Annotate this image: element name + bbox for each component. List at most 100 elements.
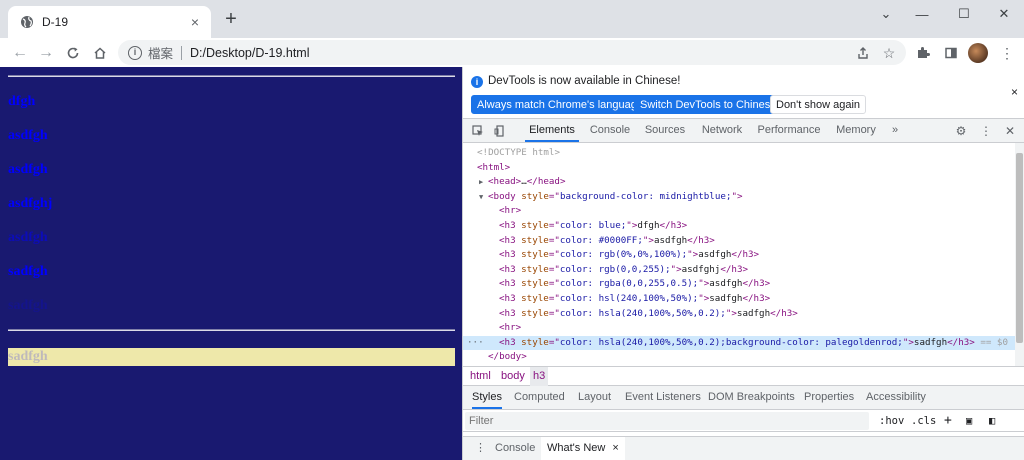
tab-dom-breakpoints[interactable]: DOM Breakpoints — [708, 386, 795, 409]
drawer-tab-close-icon[interactable]: × — [612, 442, 618, 454]
code-token: =" — [548, 263, 560, 275]
profile-avatar[interactable] — [968, 43, 988, 63]
dom-node[interactable]: <h3 style="color: #0000FF;">asdfgh</h3> — [463, 234, 1015, 249]
dom-node[interactable]: <h3 style="color: rgb(0,0,255);">asdfghj… — [463, 263, 1015, 278]
code-token: </h3> — [720, 263, 749, 275]
banner-close-icon[interactable]: × — [1011, 85, 1018, 99]
heading-blue: dfgh — [8, 94, 36, 109]
tab-sources[interactable]: Sources — [643, 119, 687, 142]
dom-node[interactable]: <h3 style="color: rgb(0%,0%,100%);">asdf… — [463, 248, 1015, 263]
bookmark-star-icon[interactable]: ☆ — [878, 42, 900, 64]
site-info-icon[interactable]: i — [128, 45, 142, 60]
tab-properties[interactable]: Properties — [804, 386, 854, 409]
code-token: =" — [548, 336, 560, 348]
dom-node[interactable]: <hr> — [463, 204, 1015, 219]
dom-node[interactable]: <hr> — [463, 321, 1015, 336]
code-token: color: rgb(0,0,255); — [559, 263, 671, 275]
dom-node-code: <body style="background-color: midnightb… — [488, 190, 743, 205]
node-actions-ellipsis[interactable]: ··· — [467, 336, 484, 351]
filter-input[interactable] — [465, 412, 869, 430]
code-token: color: hsl(240,100%,50%); — [559, 293, 699, 304]
settings-gear-icon[interactable]: ⚙ — [952, 122, 970, 140]
new-style-rule-icon[interactable]: + — [944, 413, 952, 429]
maximize-icon[interactable]: ☐ — [944, 0, 984, 28]
class-toggle[interactable]: .cls — [911, 413, 936, 429]
devtools-close-icon[interactable]: ✕ — [1001, 122, 1019, 140]
tab-styles[interactable]: Styles — [472, 386, 502, 409]
heading-hsla: sadfgh — [8, 298, 48, 313]
dom-tree-scrollbar[interactable] — [1015, 143, 1024, 366]
tab-console[interactable]: Console — [585, 119, 635, 142]
horizontal-rule-2 — [8, 329, 455, 331]
device-toolbar-icon[interactable] — [491, 122, 509, 140]
dom-node[interactable]: <h3 style="color: blue;">dfgh</h3> — [463, 219, 1015, 234]
drawer-menu-icon[interactable]: ⋮ — [475, 437, 486, 460]
window-close-icon[interactable]: ✕ — [984, 0, 1024, 28]
crumb-body[interactable]: body — [498, 367, 528, 386]
code-token: </h3> — [947, 336, 975, 348]
inspect-element-icon[interactable] — [469, 122, 487, 140]
collapse-triangle-icon[interactable]: ▼ — [479, 190, 483, 205]
paint-format-icon[interactable]: ▣ — [966, 413, 972, 429]
dom-node-selected[interactable]: ··· <h3 style="color: hsla(240,100%,50%,0… — [463, 335, 1015, 351]
dom-node[interactable]: </body> — [463, 350, 1015, 365]
hover-state-toggle[interactable]: :hov — [879, 413, 904, 429]
side-panel-icon[interactable] — [940, 42, 962, 64]
home-icon[interactable] — [89, 42, 111, 64]
browser-tab[interactable]: D-19 × — [8, 6, 211, 38]
drawer-tab-console[interactable]: Console — [495, 437, 535, 460]
back-icon[interactable]: ← — [9, 42, 31, 64]
scrollbar-thumb[interactable] — [1016, 153, 1023, 343]
code-token: asdfghj — [681, 263, 721, 275]
code-token: color: rgb(0%,0%,100%); — [559, 249, 688, 261]
tab-layout[interactable]: Layout — [578, 386, 611, 409]
share-icon[interactable] — [852, 42, 874, 64]
dom-node-code: <!DOCTYPE html> — [477, 146, 560, 161]
chrome-menu-icon[interactable]: ⋮ — [996, 42, 1018, 64]
crumb-html[interactable]: html — [467, 367, 494, 386]
toggle-sidebar-icon[interactable]: ◧ — [989, 413, 995, 429]
code-token: sadfgh — [709, 293, 743, 304]
address-bar[interactable]: i 檔案 D:/Desktop/D-19.html — [118, 40, 906, 65]
tab-accessibility[interactable]: Accessibility — [866, 386, 926, 409]
tab-elements[interactable]: Elements — [525, 119, 579, 142]
heading-highlighted: sadfgh — [8, 348, 455, 366]
expand-triangle-icon[interactable]: ▶ — [479, 175, 483, 190]
code-token: style — [521, 234, 549, 246]
dom-node[interactable]: <h3 style="color: hsla(240,100%,50%,0.2)… — [463, 307, 1015, 322]
tab-event-listeners[interactable]: Event Listeners — [625, 386, 701, 409]
code-token: </h3> — [659, 220, 688, 231]
tab-computed[interactable]: Computed — [514, 386, 565, 409]
match-language-button[interactable]: Always match Chrome's language — [471, 95, 649, 114]
dom-node-code: <html> — [477, 161, 510, 176]
forward-icon[interactable]: → — [35, 42, 57, 64]
switch-to-chinese-button[interactable]: Switch DevTools to Chinese — [634, 95, 783, 114]
drawer-tab-whats-new[interactable]: What's New × — [541, 437, 625, 460]
reload-icon[interactable] — [62, 42, 84, 64]
dom-node[interactable]: ▶ <head>…</head> — [463, 175, 1015, 190]
dom-node[interactable]: <h3 style="color: rgba(0,0,255,0.5);">as… — [463, 277, 1015, 292]
dom-node[interactable]: ▼ <body style="background-color: midnight… — [463, 190, 1015, 205]
code-token: background-color: midnightblue; — [559, 190, 732, 202]
extensions-icon[interactable] — [912, 42, 934, 64]
new-tab-button[interactable]: + — [220, 9, 242, 31]
dom-node[interactable]: <!DOCTYPE html> — [463, 146, 1015, 161]
code-token: style — [521, 307, 549, 319]
code-token: color: hsla(240,100%,50%,0.2); — [559, 307, 726, 319]
tab-search-chevron-icon[interactable]: ⌄ — [866, 0, 906, 28]
minimize-icon[interactable]: — — [902, 0, 942, 28]
dom-node[interactable]: <html> — [463, 161, 1015, 176]
more-tabs-icon[interactable]: » — [887, 119, 903, 142]
devtools-menu-icon[interactable]: ⋮ — [977, 122, 995, 140]
tab-close-icon[interactable]: × — [187, 14, 203, 30]
code-token: </body> — [488, 351, 527, 363]
tab-performance[interactable]: Performance — [756, 119, 822, 142]
tab-memory[interactable]: Memory — [833, 119, 879, 142]
url-text[interactable]: D:/Desktop/D-19.html — [190, 46, 309, 60]
code-token: style — [521, 190, 549, 202]
crumb-h3[interactable]: h3 — [530, 367, 549, 386]
dom-node-code: <h3 style="color: rgb(0%,0%,100%);">asdf… — [499, 248, 759, 263]
dont-show-again-button[interactable]: Don't show again — [770, 95, 867, 114]
tab-network[interactable]: Network — [699, 119, 745, 142]
dom-node[interactable]: <h3 style="color: hsl(240,100%,50%);">sa… — [463, 292, 1015, 307]
